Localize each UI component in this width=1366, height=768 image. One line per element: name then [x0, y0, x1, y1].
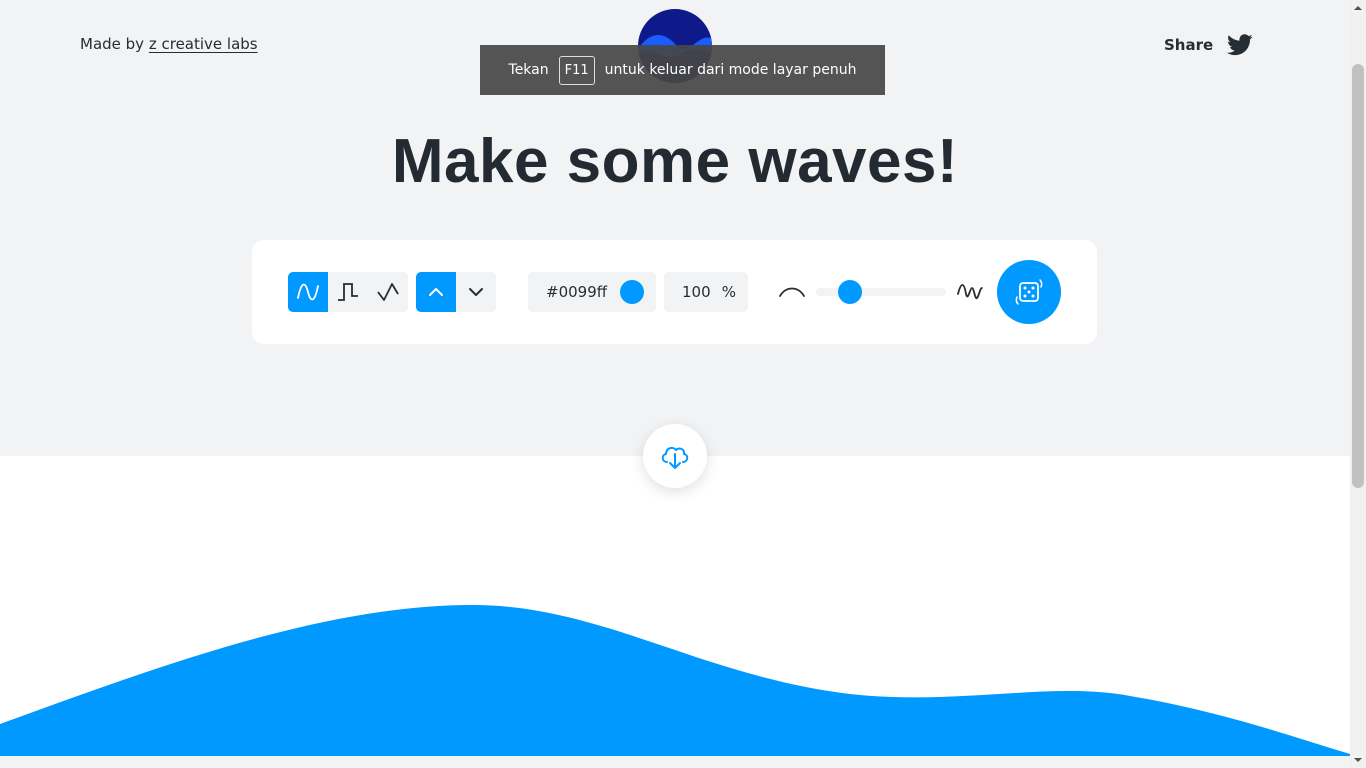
wave-preview	[0, 456, 1350, 756]
vertical-scrollbar[interactable]	[1350, 0, 1366, 768]
fullscreen-exit-toast: Tekan F11 untuk keluar dari mode layar p…	[480, 45, 885, 95]
sine-wave-icon	[297, 283, 319, 301]
complexity-slider[interactable]	[778, 272, 984, 312]
page: Made by z creative labs Share Tekan F11 …	[0, 0, 1350, 768]
toast-text-after: untuk keluar dari mode layar penuh	[604, 62, 857, 78]
toast-key: F11	[558, 55, 595, 85]
randomize-button[interactable]	[997, 260, 1061, 324]
page-title: Make some waves!	[391, 127, 959, 196]
complex-wave-icon	[957, 284, 983, 300]
color-swatch[interactable]	[620, 280, 644, 304]
direction-up-button[interactable]	[416, 272, 456, 312]
made-by-prefix: Made by	[80, 35, 145, 53]
direction-selector	[416, 272, 496, 312]
scroll-up-arrow-icon[interactable]	[1354, 4, 1362, 12]
chevron-up-icon	[429, 288, 443, 296]
bottom-strip	[0, 756, 1350, 768]
made-by-credit: Made by z creative labs	[80, 35, 258, 53]
twitter-icon[interactable]	[1227, 34, 1253, 56]
slider-handle[interactable]	[838, 280, 863, 304]
dice-icon	[1015, 279, 1043, 305]
creator-link[interactable]: z creative labs	[149, 35, 258, 53]
direction-down-button[interactable]	[456, 272, 496, 312]
download-button[interactable]	[643, 424, 707, 488]
slider-track[interactable]	[816, 288, 946, 296]
wave-type-sine-button[interactable]	[288, 272, 328, 312]
smooth-wave-icon	[779, 287, 805, 297]
toast-text-before: Tekan	[508, 62, 549, 78]
scrollbar-thumb[interactable]	[1352, 64, 1364, 488]
share-label: Share	[1164, 36, 1214, 54]
top-area: Made by z creative labs Share Tekan F11 …	[0, 0, 1350, 456]
cloud-download-icon	[661, 446, 689, 469]
wave-type-square-button[interactable]	[328, 272, 368, 312]
chevron-down-icon	[469, 288, 483, 296]
controls-panel: #0099ff 100 %	[252, 240, 1097, 344]
wave-type-peak-button[interactable]	[368, 272, 408, 312]
share-area[interactable]: Share	[1164, 34, 1253, 56]
color-picker[interactable]: #0099ff	[528, 272, 656, 312]
opacity-unit: %	[721, 283, 736, 301]
wave-type-selector	[288, 272, 408, 312]
peak-wave-icon	[377, 283, 399, 301]
square-wave-icon	[338, 283, 358, 301]
wave-shape	[0, 604, 1350, 756]
opacity-input[interactable]: 100 %	[664, 272, 748, 312]
opacity-value[interactable]: 100	[682, 283, 711, 301]
color-value[interactable]: #0099ff	[546, 283, 607, 301]
scroll-down-arrow-icon[interactable]	[1354, 756, 1362, 764]
